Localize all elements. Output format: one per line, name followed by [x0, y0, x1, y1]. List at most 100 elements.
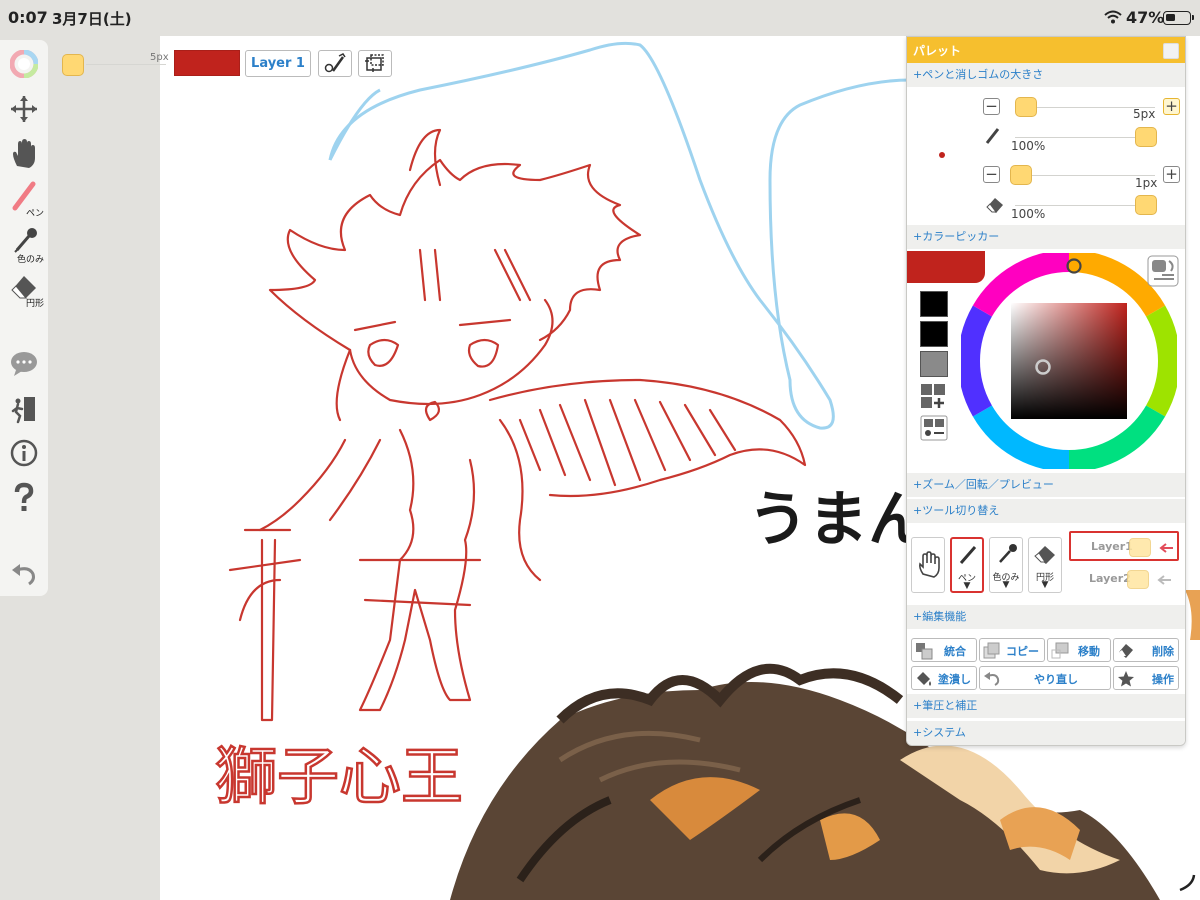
- pen-tool[interactable]: ペン: [0, 180, 48, 224]
- merge-button[interactable]: 統合: [911, 638, 977, 662]
- history-color-2[interactable]: [920, 321, 948, 347]
- battery-percent: 47%: [1126, 8, 1165, 27]
- canvas-caption-red: 獅子心王: [215, 740, 463, 813]
- move-button[interactable]: 移動: [1047, 638, 1111, 662]
- hand-outline-icon: [919, 551, 940, 578]
- pen-size-value: 5px: [1133, 107, 1156, 121]
- eraser-opacity-icon: [986, 198, 1003, 213]
- eraser-dropdown-icon: ▼: [1041, 580, 1049, 590]
- eraser-opacity-knob[interactable]: [1135, 195, 1157, 215]
- layer-2-arrow-icon: [1157, 575, 1171, 585]
- crop-transform-icon: [365, 54, 384, 72]
- help-tool[interactable]: [0, 482, 48, 514]
- blue-sketch-lines: [328, 41, 911, 430]
- move-arrows-icon: [11, 96, 37, 122]
- canvas-caption-black: うまん: [748, 485, 928, 555]
- delete-eraser-icon: [1119, 644, 1133, 658]
- switch-pen-button[interactable]: ペン ▼: [950, 537, 984, 593]
- section-tool-switch[interactable]: +ツール切り替え: [907, 499, 1185, 523]
- eyedropper-tool[interactable]: 色のみ: [0, 226, 48, 270]
- color-mode-toggle-icon[interactable]: [1147, 255, 1179, 287]
- pen-opacity-icon: [985, 128, 1000, 144]
- undo-tool[interactable]: [0, 560, 48, 588]
- copy-icon: [983, 642, 1000, 659]
- undo-icon: [12, 564, 35, 586]
- size-slider-knob[interactable]: [62, 54, 84, 76]
- exit-door-icon: [11, 397, 35, 424]
- color-wheel-icon: [10, 50, 38, 78]
- transform-button[interactable]: [358, 50, 392, 77]
- orange-fragment: [1185, 590, 1200, 640]
- eraser-size-track: [1015, 175, 1155, 176]
- operate-label: 操作: [1152, 673, 1174, 686]
- character-sketch: [228, 128, 807, 722]
- brush-size-label: 5px: [150, 52, 169, 63]
- fill-label: 塗潰し: [938, 673, 971, 686]
- palette-title-bar[interactable]: パレット: [907, 37, 1185, 63]
- hand-icon: [13, 139, 35, 168]
- layer-1-arrow-icon: [1159, 543, 1173, 553]
- eyedropper-label: 色のみ: [17, 255, 45, 265]
- section-pressure-correction[interactable]: +筆圧と補正: [907, 694, 1185, 718]
- section-color-picker[interactable]: +カラーピッカー: [907, 225, 1185, 249]
- layer-2-name: Layer2: [1089, 572, 1131, 585]
- eraser-opacity-track: [1015, 205, 1145, 206]
- section-system[interactable]: +システム: [907, 721, 1185, 745]
- size-slider-track: [86, 64, 166, 65]
- current-color-swatch[interactable]: [174, 50, 240, 76]
- section-pen-eraser-size[interactable]: +ペンと消しゴムの大きさ: [907, 63, 1185, 87]
- eraser-size-knob[interactable]: [1010, 165, 1032, 185]
- layer-row-2[interactable]: Layer2: [1069, 565, 1179, 595]
- operate-button[interactable]: 操作: [1113, 666, 1179, 690]
- pen-tool-label: ペン: [26, 209, 45, 219]
- paint-bucket-icon: [917, 672, 931, 686]
- swap-palette-icon[interactable]: [920, 415, 948, 441]
- brush-size-slider[interactable]: 5px: [60, 52, 170, 76]
- fill-button[interactable]: 塗潰し: [911, 666, 977, 690]
- switch-eraser-button[interactable]: 円形 ▼: [1028, 537, 1062, 593]
- eyedropper-dropdown-icon: ▼: [1002, 580, 1010, 590]
- resize-corner-icon[interactable]: [1179, 874, 1196, 892]
- pen-size-knob[interactable]: [1015, 97, 1037, 117]
- delete-button[interactable]: 削除: [1113, 638, 1179, 662]
- palette-panel: パレット +ペンと消しゴムの大きさ − + 5px 100% − + 1px 1…: [906, 36, 1186, 746]
- exit-tool[interactable]: [0, 394, 48, 424]
- chat-tool[interactable]: [0, 350, 48, 378]
- info-tool[interactable]: [0, 438, 48, 468]
- pen-size-minus-button[interactable]: −: [983, 98, 1000, 115]
- layer-button[interactable]: Layer 1: [245, 50, 311, 77]
- history-color-1[interactable]: [920, 291, 948, 317]
- move-tool[interactable]: [0, 94, 48, 124]
- left-toolbar: ペン 色のみ 円形: [0, 40, 48, 596]
- pen-opacity-value: 100%: [1011, 139, 1046, 153]
- copy-button[interactable]: コピー: [979, 638, 1045, 662]
- brush-preview-dot: [939, 152, 945, 158]
- section-edit-functions[interactable]: +編集機能: [907, 605, 1185, 629]
- pen-opacity-knob[interactable]: [1135, 127, 1157, 147]
- eraser-size-plus-button[interactable]: +: [1163, 166, 1180, 183]
- layer-row-1[interactable]: Layer1: [1069, 531, 1179, 561]
- color-wheel-tool[interactable]: [0, 50, 48, 78]
- star-icon: [1118, 671, 1134, 687]
- switch-eyedropper-button[interactable]: 色のみ ▼: [989, 537, 1023, 593]
- switch-hand-button[interactable]: [911, 537, 945, 593]
- help-question-icon: [14, 482, 34, 511]
- add-palette-icon[interactable]: [920, 383, 948, 409]
- history-color-3[interactable]: [920, 351, 948, 377]
- palette-close-button[interactable]: [1163, 43, 1179, 59]
- eyedropper-switch-icon: [999, 544, 1017, 563]
- wifi-icon: [1104, 10, 1122, 24]
- pen-settings-icon: [324, 53, 346, 73]
- hand-tool[interactable]: [0, 138, 48, 170]
- speech-bubble-icon: [11, 352, 37, 376]
- pen-dropdown-icon: ▼: [963, 581, 971, 591]
- eraser-tool[interactable]: 円形: [0, 270, 48, 314]
- redo-button[interactable]: やり直し: [979, 666, 1111, 690]
- section-zoom-rotate-preview[interactable]: +ズーム／回転／プレビュー: [907, 473, 1185, 497]
- layer-1-name: Layer1: [1091, 540, 1133, 553]
- color-wheel-picker[interactable]: [961, 253, 1177, 469]
- eraser-size-minus-button[interactable]: −: [983, 166, 1000, 183]
- eraser-opacity-value: 100%: [1011, 207, 1046, 221]
- pen-size-plus-button[interactable]: +: [1163, 98, 1180, 115]
- tool-settings-button[interactable]: [318, 50, 352, 77]
